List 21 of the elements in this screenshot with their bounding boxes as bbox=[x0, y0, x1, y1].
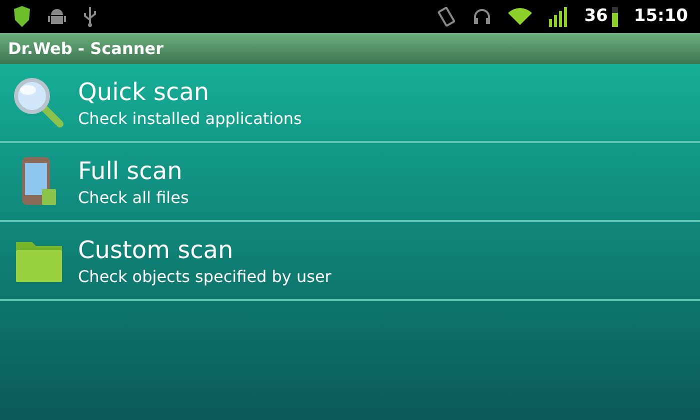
wifi-icon bbox=[508, 8, 532, 26]
shield-icon bbox=[12, 6, 32, 28]
headset-icon bbox=[472, 6, 492, 26]
usb-icon bbox=[82, 6, 98, 28]
app-title: Dr.Web - Scanner bbox=[8, 38, 164, 60]
option-subtitle: Check installed applications bbox=[78, 108, 302, 130]
magnifier-icon bbox=[12, 76, 66, 130]
option-title: Full scan bbox=[78, 156, 184, 186]
vibrate-icon bbox=[436, 6, 456, 26]
option-subtitle: Check objects specified by user bbox=[78, 266, 332, 288]
signal-icon bbox=[548, 6, 568, 26]
scan-option[interactable]: Custom scan Check objects specified by user bbox=[0, 222, 700, 301]
scan-option[interactable]: Full scan Check all files bbox=[0, 143, 700, 222]
clock: 15:10 bbox=[634, 4, 688, 28]
android-icon bbox=[48, 6, 66, 26]
option-subtitle: Check all files bbox=[78, 186, 189, 208]
battery-percent: 36 bbox=[584, 4, 608, 28]
battery-icon bbox=[612, 6, 618, 26]
option-title: Custom scan bbox=[78, 234, 234, 266]
option-title: Quick scan bbox=[78, 76, 210, 108]
scan-option[interactable]: Quick scan Check installed applications bbox=[0, 64, 700, 143]
